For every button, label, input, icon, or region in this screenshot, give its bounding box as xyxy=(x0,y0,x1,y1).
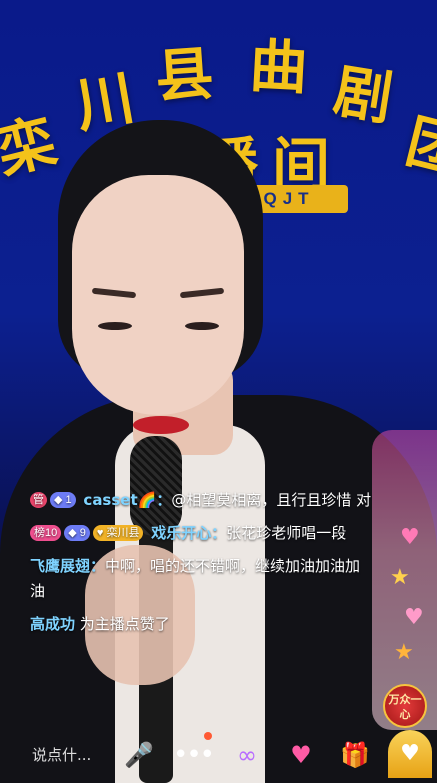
performer-face xyxy=(72,175,244,415)
rank-badge: 榜10 xyxy=(30,525,62,541)
chat-username[interactable]: 高成功 xyxy=(30,615,75,633)
heart-icon: ♥ xyxy=(404,605,424,630)
level-badge-value: 1 xyxy=(65,494,72,506)
level-badge-value: 9 xyxy=(79,527,86,539)
chat-message[interactable]: 管 ◆ 1 casset🌈：@相望莫相离，且行且珍惜 对 xyxy=(30,488,375,513)
chat-username[interactable]: 飞鹰展翅 xyxy=(30,557,90,575)
chat-username[interactable]: 戏乐开心 xyxy=(151,524,211,542)
comment-input[interactable]: 说点什... xyxy=(16,738,126,772)
mic-icon[interactable]: 🎤 xyxy=(120,736,158,774)
gift-icon[interactable]: 🎁 xyxy=(336,736,374,774)
chat-text: 为主播点赞了 xyxy=(79,615,170,633)
chat-text: @相望莫相离，且行且珍惜 对 xyxy=(171,491,372,509)
chat-separator: ： xyxy=(211,524,227,542)
live-stream-video: 栾 川 县 曲 剧 团 直 播 间 QJT xyxy=(0,0,437,783)
event-badge[interactable]: 万众一心 xyxy=(383,684,427,728)
level-badge: ◆ 9 xyxy=(64,525,90,541)
star-icon: ★ xyxy=(394,640,414,665)
more-icon[interactable]: ••• xyxy=(173,736,215,774)
fan-icon[interactable]: ♥ xyxy=(388,730,432,778)
notification-dot xyxy=(204,732,212,740)
level-badge: ◆ 1 xyxy=(50,492,76,508)
admin-badge: 管 xyxy=(30,492,47,508)
floating-likes: ♥ ★ ♥ ★ xyxy=(390,525,430,665)
chat-username[interactable]: casset🌈 xyxy=(83,491,156,509)
chat-message[interactable]: 飞鹰展翅：中啊，唱的还不错啊，继续加油加油加油 xyxy=(30,554,375,604)
chat-message[interactable]: 高成功 为主播点赞了 xyxy=(30,612,375,637)
chat-message[interactable]: 榜10 ◆ 9 ♥ 栾川县 戏乐开心：张花珍老师唱一段 xyxy=(30,521,375,546)
bottom-toolbar: 说点什... 🎤 ••• ∞ ♥ 🎁 ♥ xyxy=(0,728,437,783)
fan-club-name: 栾川县 xyxy=(106,527,140,539)
star-icon: ★ xyxy=(390,565,410,590)
performer-eye xyxy=(185,322,219,330)
chat-separator: ： xyxy=(90,557,106,575)
chat-separator: ： xyxy=(156,491,172,509)
link-icon[interactable]: ∞ xyxy=(228,736,266,774)
fan-club-badge: ♥ 栾川县 xyxy=(92,525,144,541)
performer-eye xyxy=(98,322,132,330)
chat-feed: 管 ◆ 1 casset🌈：@相望莫相离，且行且珍惜 对 榜10 ◆ 9 ♥ 栾川县 … xyxy=(30,488,375,645)
heart-icon[interactable]: ♥ xyxy=(282,736,320,774)
heart-icon: ♥ xyxy=(400,525,420,550)
performer xyxy=(0,0,437,783)
chat-text: 张花珍老师唱一段 xyxy=(226,524,347,542)
performer-lips xyxy=(133,416,189,434)
